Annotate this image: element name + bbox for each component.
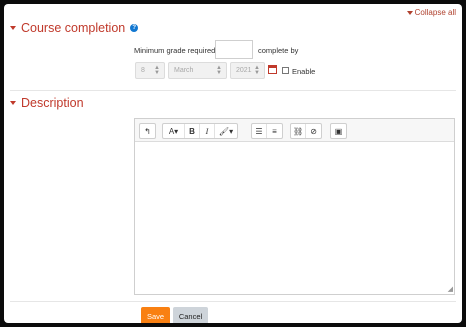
complete-by-label: complete by [258,46,299,55]
toolbar-group-links: ⛓ ⊘ [290,123,323,139]
min-grade-input[interactable] [215,40,253,59]
help-icon[interactable]: ? [130,24,139,32]
section-title: Course completion [21,21,126,35]
image-icon[interactable]: ▣ [331,124,346,138]
bold-icon[interactable]: B [185,124,200,138]
min-grade-label: Minimum grade required [134,46,216,55]
select-arrows-icon: ▲ ▼ [154,65,160,76]
editor-toolbar: ↰ A▾ B I 🖌▾ ☰ ≡ ⛓ ⊘ ▣ [135,119,454,142]
year-value: 2021 [236,67,252,74]
paint-brush-icon[interactable]: 🖌▾ [215,124,237,138]
enable-checkbox[interactable] [282,67,289,74]
section-course-completion[interactable]: Course completion ? [10,21,139,35]
toolbar-group-lists: ☰ ≡ [251,123,283,139]
toolbar-group-undo: ↰ [139,123,156,139]
unordered-list-icon[interactable]: ☰ [252,124,267,138]
chevron-down-icon [10,101,16,105]
unlink-icon[interactable]: ⊘ [306,124,321,138]
section-title: Description [21,96,84,110]
chevron-down-icon [406,10,413,15]
select-arrows-icon: ▲ ▼ [254,65,260,76]
editor-content-area[interactable] [139,145,450,284]
calendar-icon[interactable] [268,65,277,74]
collapse-all-label: Collapse all [414,8,456,17]
collapse-all-link[interactable]: Collapse all [406,8,456,17]
month-value: March [174,67,194,74]
form-frame: Collapse all Course completion ? Minimum… [4,4,462,323]
resize-handle-icon[interactable]: ◢ [448,285,453,293]
undo-icon[interactable]: ↰ [140,124,155,138]
toolbar-group-media: ▣ [330,123,347,139]
section-divider [10,90,456,91]
day-value: 8 [141,67,145,74]
section-divider [10,301,456,302]
month-select[interactable]: March ▲ ▼ [168,62,227,79]
toolbar-group-format: A▾ B I 🖌▾ [162,123,238,139]
chevron-down-icon [10,26,16,30]
year-select[interactable]: 2021 ▲ ▼ [230,62,265,79]
cancel-button[interactable]: Cancel [173,307,208,323]
enable-label: Enable [292,67,316,76]
save-button[interactable]: Save [141,307,170,323]
italic-icon[interactable]: I [200,124,215,138]
section-description[interactable]: Description [10,96,84,110]
day-select[interactable]: 8 ▲ ▼ [135,62,165,79]
font-size-icon[interactable]: A▾ [163,124,185,138]
select-arrows-icon: ▲ ▼ [216,65,222,76]
description-editor[interactable]: ↰ A▾ B I 🖌▾ ☰ ≡ ⛓ ⊘ ▣ ◢ [134,118,455,295]
ordered-list-icon[interactable]: ≡ [267,124,282,138]
link-icon[interactable]: ⛓ [291,124,307,138]
